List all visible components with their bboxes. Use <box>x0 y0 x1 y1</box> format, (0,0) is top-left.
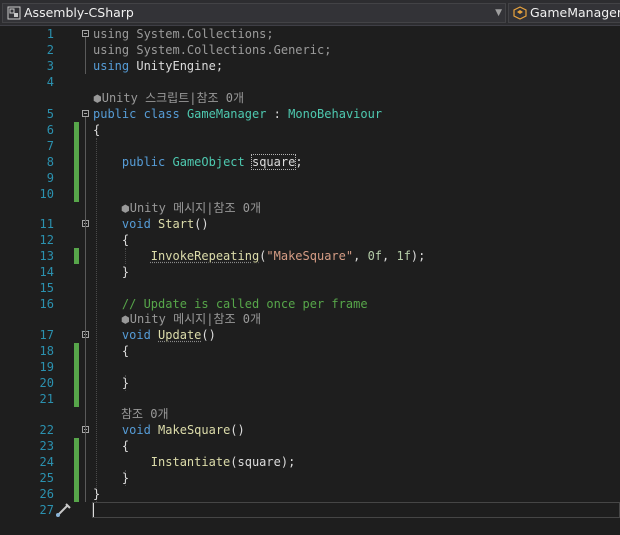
csharp-project-icon <box>7 6 21 20</box>
code-line-26: } <box>93 487 101 501</box>
codelens-start[interactable]: ⬢Unity 메시지|참조 0개 <box>121 200 261 216</box>
line-number: 3 <box>46 59 54 73</box>
change-marker <box>74 248 79 264</box>
quick-actions-brush-icon[interactable] <box>54 502 72 518</box>
collapse-toggle-icon[interactable] <box>82 30 89 37</box>
code-line-8: public GameObject square; <box>121 154 303 170</box>
code-line-14: } <box>121 265 130 279</box>
code-line-13: InvokeRepeating("MakeSquare", 0f, 1f); <box>150 249 426 263</box>
line-number: 23 <box>39 439 54 453</box>
code-line-25: } <box>121 471 130 485</box>
text-caret <box>93 503 94 517</box>
line-number: 6 <box>46 123 54 137</box>
codelens-class[interactable]: ⬢Unity 스크립트|참조 0개 <box>93 90 244 106</box>
outline-line <box>85 37 86 74</box>
line-number: 18 <box>39 344 54 358</box>
line-number: 13 <box>39 249 54 263</box>
line-number: 19 <box>39 360 54 374</box>
line-number: 15 <box>39 281 54 295</box>
outline-line <box>85 117 86 502</box>
code-line-20: } <box>121 376 130 390</box>
line-number: 14 <box>39 265 54 279</box>
codelens-makesquare[interactable]: 참조 0개 <box>121 406 169 422</box>
code-line-18: { <box>121 344 130 358</box>
line-number: 25 <box>39 471 54 485</box>
line-number: 17 <box>39 328 54 342</box>
line-number: 7 <box>46 139 54 153</box>
line-number: 26 <box>39 487 54 501</box>
code-line-17: void Update() <box>121 328 216 342</box>
line-number: 10 <box>39 187 54 201</box>
change-marker <box>74 343 79 407</box>
change-marker <box>74 438 79 502</box>
code-line-3: using UnityEngine; <box>93 59 224 73</box>
line-number: 11 <box>39 217 54 231</box>
change-marker <box>74 122 79 202</box>
code-line-11: void Start() <box>121 217 209 231</box>
code-line-16: // Update is called once per frame <box>121 297 368 311</box>
project-dropdown[interactable]: Assembly-CSharp ▼ <box>2 3 506 23</box>
code-line-23: { <box>121 439 130 453</box>
line-number: 4 <box>46 75 54 89</box>
line-number: 20 <box>39 376 54 390</box>
code-editor[interactable]: 1 2 3 4 5 6 7 8 9 10 11 12 13 14 15 16 1… <box>0 26 620 535</box>
chevron-down-icon: ▼ <box>495 8 502 18</box>
line-number: 22 <box>39 423 54 437</box>
code-line-6: { <box>93 123 101 137</box>
line-number: 16 <box>39 297 54 311</box>
class-name: GameManager <box>530 5 620 20</box>
class-dropdown[interactable]: GameManager <box>508 3 620 23</box>
line-number: 24 <box>39 455 54 469</box>
line-number: 1 <box>46 27 54 41</box>
code-line-24: Instantiate(square); <box>150 455 296 469</box>
line-number: 12 <box>39 233 54 247</box>
collapse-toggle-icon[interactable] <box>82 110 89 117</box>
code-line-2: using System.Collections.Generic; <box>93 43 332 57</box>
class-icon <box>513 6 527 20</box>
line-number: 2 <box>46 43 54 57</box>
code-line-22: void MakeSquare() <box>121 423 245 437</box>
unity-cube-icon: ⬢ <box>121 204 130 215</box>
unity-cube-icon: ⬢ <box>93 94 102 105</box>
unity-cube-icon: ⬢ <box>121 315 130 326</box>
line-number: 5 <box>46 107 54 121</box>
line-number: 27 <box>39 503 54 517</box>
line-number: 9 <box>46 171 54 185</box>
navigation-bar: Assembly-CSharp ▼ GameManager <box>0 0 620 26</box>
code-line-12: { <box>121 233 130 247</box>
line-number: 21 <box>39 392 54 406</box>
current-line-highlight <box>92 502 620 518</box>
code-line-5: public class GameManager : MonoBehaviour <box>93 107 383 121</box>
code-line-1: using System.Collections; <box>93 27 274 41</box>
line-number: 8 <box>46 155 54 169</box>
codelens-update[interactable]: ⬢Unity 메시지|참조 0개 <box>121 311 261 327</box>
project-name: Assembly-CSharp <box>24 5 134 20</box>
